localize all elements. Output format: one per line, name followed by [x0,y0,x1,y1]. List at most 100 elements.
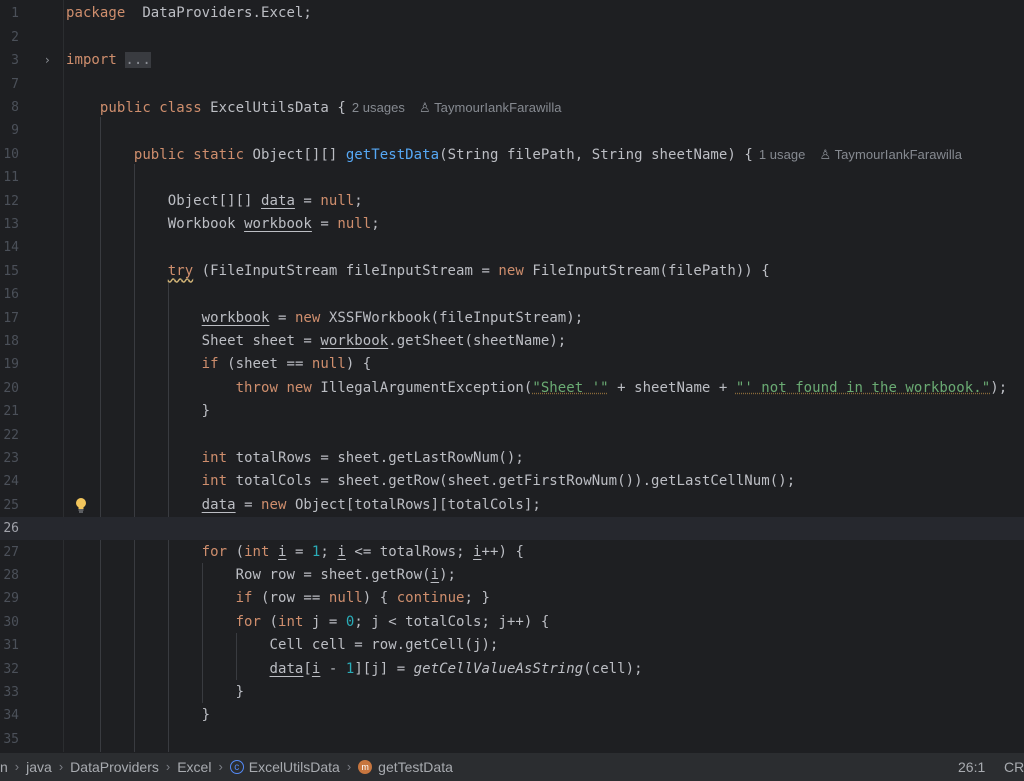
line-number[interactable]: 25 [0,494,19,517]
line-number[interactable]: 33 [0,681,19,704]
code-line[interactable]: 18 Sheet sheet = workbook.getSheet(sheet… [0,330,1024,353]
line-number[interactable]: 30 [0,611,19,634]
line-number[interactable]: 2 [0,26,19,49]
code-token: import [66,52,117,69]
usages-hint[interactable]: 2 usages [352,100,405,115]
line-number[interactable]: 11 [0,166,19,189]
code-line[interactable]: 31 Cell cell = row.getCell(j); [0,634,1024,657]
author-hint[interactable]: TaymourIankFarawilla [434,100,561,115]
code-token: null [320,192,355,209]
line-number[interactable]: 3 [0,49,19,72]
fold-expand-icon[interactable]: › [45,49,50,72]
code-token: ); [439,566,457,583]
line-number[interactable]: 21 [0,400,19,423]
breadcrumb-item[interactable]: getTestData [378,753,453,781]
breadcrumb-item[interactable]: ExcelUtilsData [249,753,340,781]
code-line[interactable]: 3 › import ... [0,49,1024,72]
line-number[interactable]: 19 [0,353,19,376]
line-number[interactable]: 9 [0,119,19,142]
code-line[interactable]: 10 public static Object[][] getTestData(… [0,143,1024,166]
line-number[interactable]: 26 [0,517,19,540]
chevron-right-icon: › [58,759,64,774]
code-line[interactable]: 22 [0,424,1024,447]
line-number[interactable]: 24 [0,470,19,493]
usages-hint[interactable]: 1 usage [759,147,806,162]
code-line[interactable]: 15 try (FileInputStream fileInputStream … [0,260,1024,283]
code-line[interactable]: 29 if (row == null) { continue; } [0,587,1024,610]
line-number[interactable]: 8 [0,96,19,119]
line-number[interactable]: 32 [0,658,19,681]
line-number[interactable]: 16 [0,283,19,306]
code-editor[interactable]: 1 package DataProviders.Excel; 2 3 › import .… [0,0,1024,752]
inlay-hints: 2 usages ♙ TaymourIankFarawilla [352,100,562,115]
code-line[interactable]: 26 [0,517,1024,541]
code-text: workbook = new XSSFWorkbook(fileInputStr… [66,307,584,330]
code-line[interactable]: 28 Row row = sheet.getRow(i); [0,564,1024,587]
line-number[interactable]: 34 [0,704,19,727]
code-line[interactable]: 23 int totalRows = sheet.getLastRowNum()… [0,447,1024,470]
caret-position[interactable]: 26:1 [958,753,985,781]
code-line[interactable]: 24 int totalCols = sheet.getRow(sheet.ge… [0,470,1024,493]
code-line[interactable]: 16 [0,283,1024,306]
line-number[interactable]: 10 [0,143,19,166]
code-token: DataProviders.Excel; [125,5,312,22]
breadcrumb-item[interactable]: java [26,753,52,781]
code-line[interactable]: 7 [0,73,1024,96]
code-line[interactable]: 8 public class ExcelUtilsData {2 usages ♙… [0,96,1024,119]
line-number[interactable]: 13 [0,213,19,236]
code-line[interactable]: 32 data[i - 1][j] = getCellValueAsString… [0,658,1024,681]
code-line[interactable]: 21 } [0,400,1024,423]
code-line[interactable]: 30 for (int j = 0; j < totalCols; j++) { [0,611,1024,634]
code-text: data = new Object[totalRows][totalCols]; [66,494,541,517]
code-text: int totalRows = sheet.getLastRowNum(); [66,447,524,470]
line-number[interactable]: 12 [0,190,19,213]
code-token: .getSheet(sheetName); [388,332,567,349]
code-token: int [201,449,228,466]
line-number[interactable]: 22 [0,424,19,447]
author-hint[interactable]: TaymourIankFarawilla [835,147,962,162]
code-token: workbook [320,332,389,349]
code-line[interactable]: 14 [0,236,1024,259]
line-number[interactable]: 17 [0,307,19,330]
breadcrumb-item[interactable]: n [0,753,8,781]
code-line[interactable]: 13 Workbook workbook = null; [0,213,1024,236]
line-number[interactable]: 14 [0,236,19,259]
code-line[interactable]: 20 throw new IllegalArgumentException("S… [0,377,1024,400]
code-line[interactable]: 11 [0,166,1024,189]
code-line[interactable]: 35 [0,728,1024,751]
folded-imports[interactable]: ... [125,52,151,69]
line-number[interactable]: 23 [0,447,19,470]
code-token: new [261,496,287,513]
breadcrumb-item[interactable]: DataProviders [70,753,159,781]
breadcrumb-item[interactable]: Excel [177,753,211,781]
code-line[interactable]: 2 [0,26,1024,49]
line-number[interactable]: 35 [0,728,19,751]
code-line[interactable]: 27 for (int i = 1; i <= totalRows; i++) … [0,541,1024,564]
code-line[interactable]: 17 workbook = new XSSFWorkbook(fileInput… [0,307,1024,330]
code-line[interactable]: 25 data = new Object[totalRows][totalCol… [0,494,1024,517]
line-separator[interactable]: CRLF [1004,753,1024,781]
code-line[interactable]: 19 if (sheet == null) { [0,353,1024,376]
code-line[interactable]: 1 package DataProviders.Excel; [0,2,1024,25]
code-text: } [66,681,244,704]
code-token: (sheet == [218,356,312,373]
code-token: j = [303,613,346,630]
code-line[interactable]: 34 } [0,704,1024,727]
line-number[interactable]: 7 [0,73,19,96]
code-line[interactable]: 9 [0,119,1024,142]
line-number[interactable]: 28 [0,564,19,587]
line-number[interactable]: 18 [0,330,19,353]
line-number[interactable]: 15 [0,260,19,283]
line-number[interactable]: 31 [0,634,19,657]
line-number[interactable]: 29 [0,587,19,610]
code-line[interactable]: 12 Object[][] data = null; [0,190,1024,213]
line-number[interactable]: 27 [0,541,19,564]
code-token: if [235,590,253,607]
code-line[interactable]: 33 } [0,681,1024,704]
line-number[interactable]: 1 [0,2,19,25]
line-number[interactable]: 20 [0,377,19,400]
